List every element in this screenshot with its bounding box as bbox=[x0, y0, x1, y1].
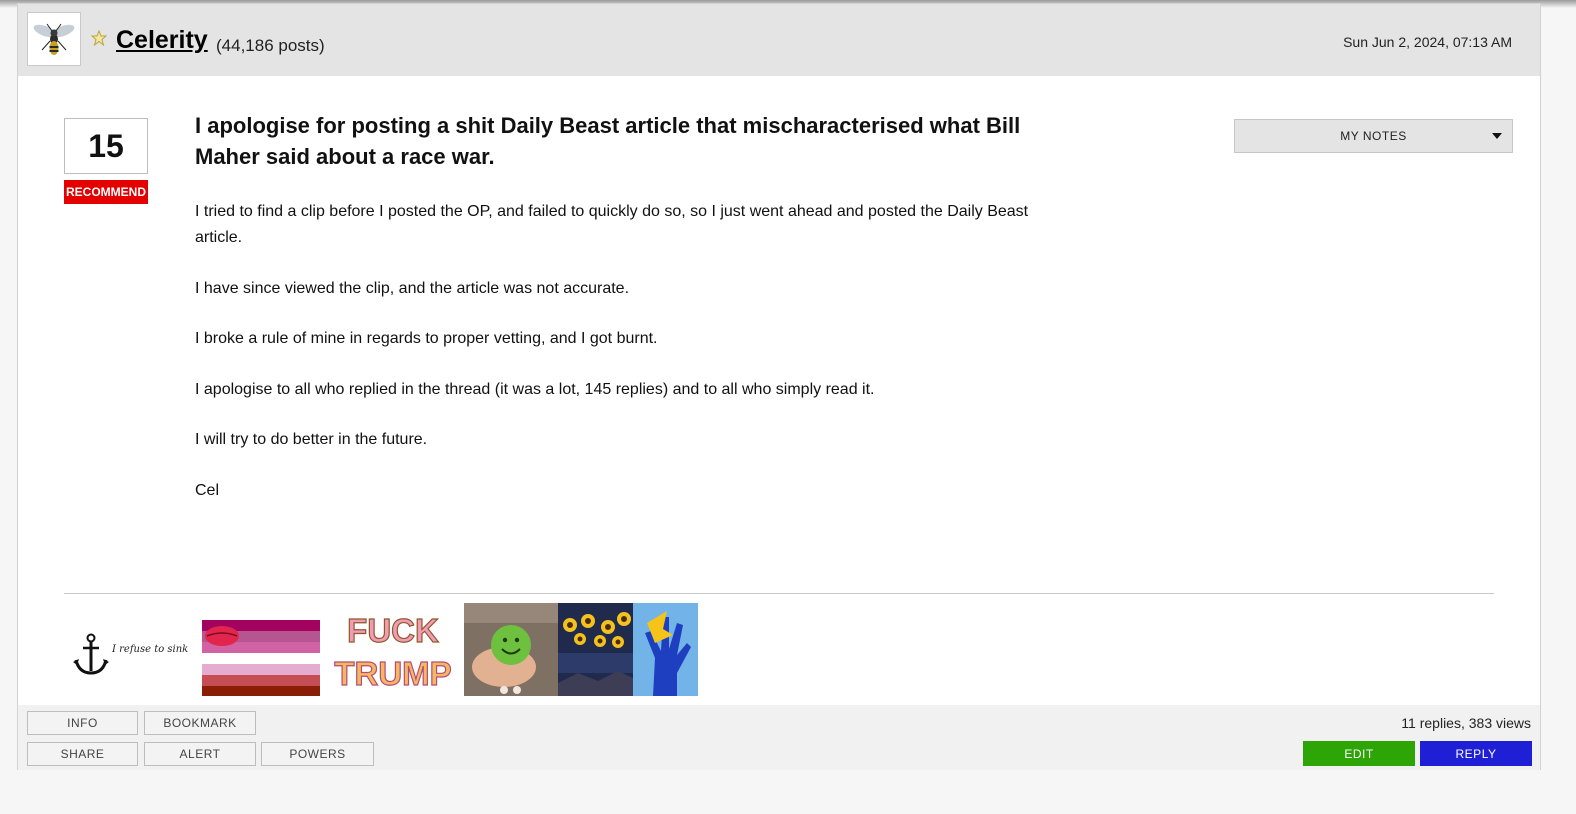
anchor-signature-text: I refuse to sink bbox=[111, 644, 188, 655]
post-body: I tried to find a clip before I posted t… bbox=[195, 199, 1045, 528]
avatar[interactable] bbox=[27, 12, 81, 66]
wasp-avatar-icon bbox=[33, 23, 75, 55]
post-paragraph: I tried to find a clip before I posted t… bbox=[195, 203, 1029, 246]
post-paragraph: I have since viewed the clip, and the ar… bbox=[195, 279, 630, 297]
star-icon bbox=[91, 30, 107, 46]
post-header: Celerity (44,186 posts) Sun Jun 2, 2024,… bbox=[18, 4, 1540, 76]
post-paragraph: I will try to do better in the future. bbox=[195, 431, 428, 448]
ukraine-hand-image bbox=[633, 603, 698, 696]
recommend-button[interactable]: RECOMMEND bbox=[64, 180, 148, 204]
chevron-down-icon bbox=[1492, 133, 1502, 139]
hand-icon bbox=[633, 603, 698, 696]
bookmark-button[interactable]: BOOKMARK bbox=[144, 711, 256, 735]
protest-text-line: TRUMP bbox=[334, 655, 451, 692]
alert-button[interactable]: ALERT bbox=[144, 742, 256, 766]
post-paragraph: I apologise to all who replied in the th… bbox=[195, 380, 875, 398]
share-button[interactable]: SHARE bbox=[27, 742, 138, 766]
author-post-count: (44,186 posts) bbox=[216, 36, 325, 55]
recommend-count: 15 bbox=[64, 118, 148, 174]
my-notes-label: MY NOTES bbox=[1340, 129, 1407, 143]
smiley-cup-image bbox=[464, 603, 558, 696]
flower-text-icon: FUCK TRUMP bbox=[334, 611, 453, 692]
post-signoff: Cel bbox=[195, 481, 220, 499]
protest-text-line: FUCK bbox=[347, 612, 439, 649]
sunflower-icon bbox=[558, 603, 633, 696]
anchor-signature-image: I refuse to sink bbox=[64, 603, 196, 696]
pride-flag-image bbox=[200, 603, 320, 696]
sunflowers-image bbox=[558, 603, 633, 696]
post-title: I apologise for posting a shit Daily Bea… bbox=[195, 113, 1021, 169]
author-name-link[interactable]: Celerity bbox=[116, 26, 208, 55]
protest-text-image: FUCK TRUMP bbox=[324, 603, 462, 696]
post-date: Sun Jun 2, 2024, 07:13 AM bbox=[1343, 34, 1512, 50]
reply-button[interactable]: REPLY bbox=[1420, 741, 1532, 766]
my-notes-dropdown[interactable]: MY NOTES bbox=[1234, 119, 1513, 153]
signature-divider bbox=[64, 593, 1494, 594]
info-button[interactable]: INFO bbox=[27, 711, 138, 735]
post-footer: INFO BOOKMARK SHARE ALERT POWERS 11 repl… bbox=[18, 705, 1540, 770]
anchor-icon: I refuse to sink bbox=[73, 633, 188, 675]
post-card: Celerity (44,186 posts) Sun Jun 2, 2024,… bbox=[17, 3, 1541, 770]
powers-button[interactable]: POWERS bbox=[261, 742, 374, 766]
post-paragraph: I broke a rule of mine in regards to pro… bbox=[195, 330, 658, 347]
smiley-icon bbox=[464, 603, 558, 696]
thread-stats: 11 replies, 383 views bbox=[1401, 715, 1531, 731]
flag-icon bbox=[202, 620, 320, 696]
edit-button[interactable]: EDIT bbox=[1303, 741, 1415, 766]
